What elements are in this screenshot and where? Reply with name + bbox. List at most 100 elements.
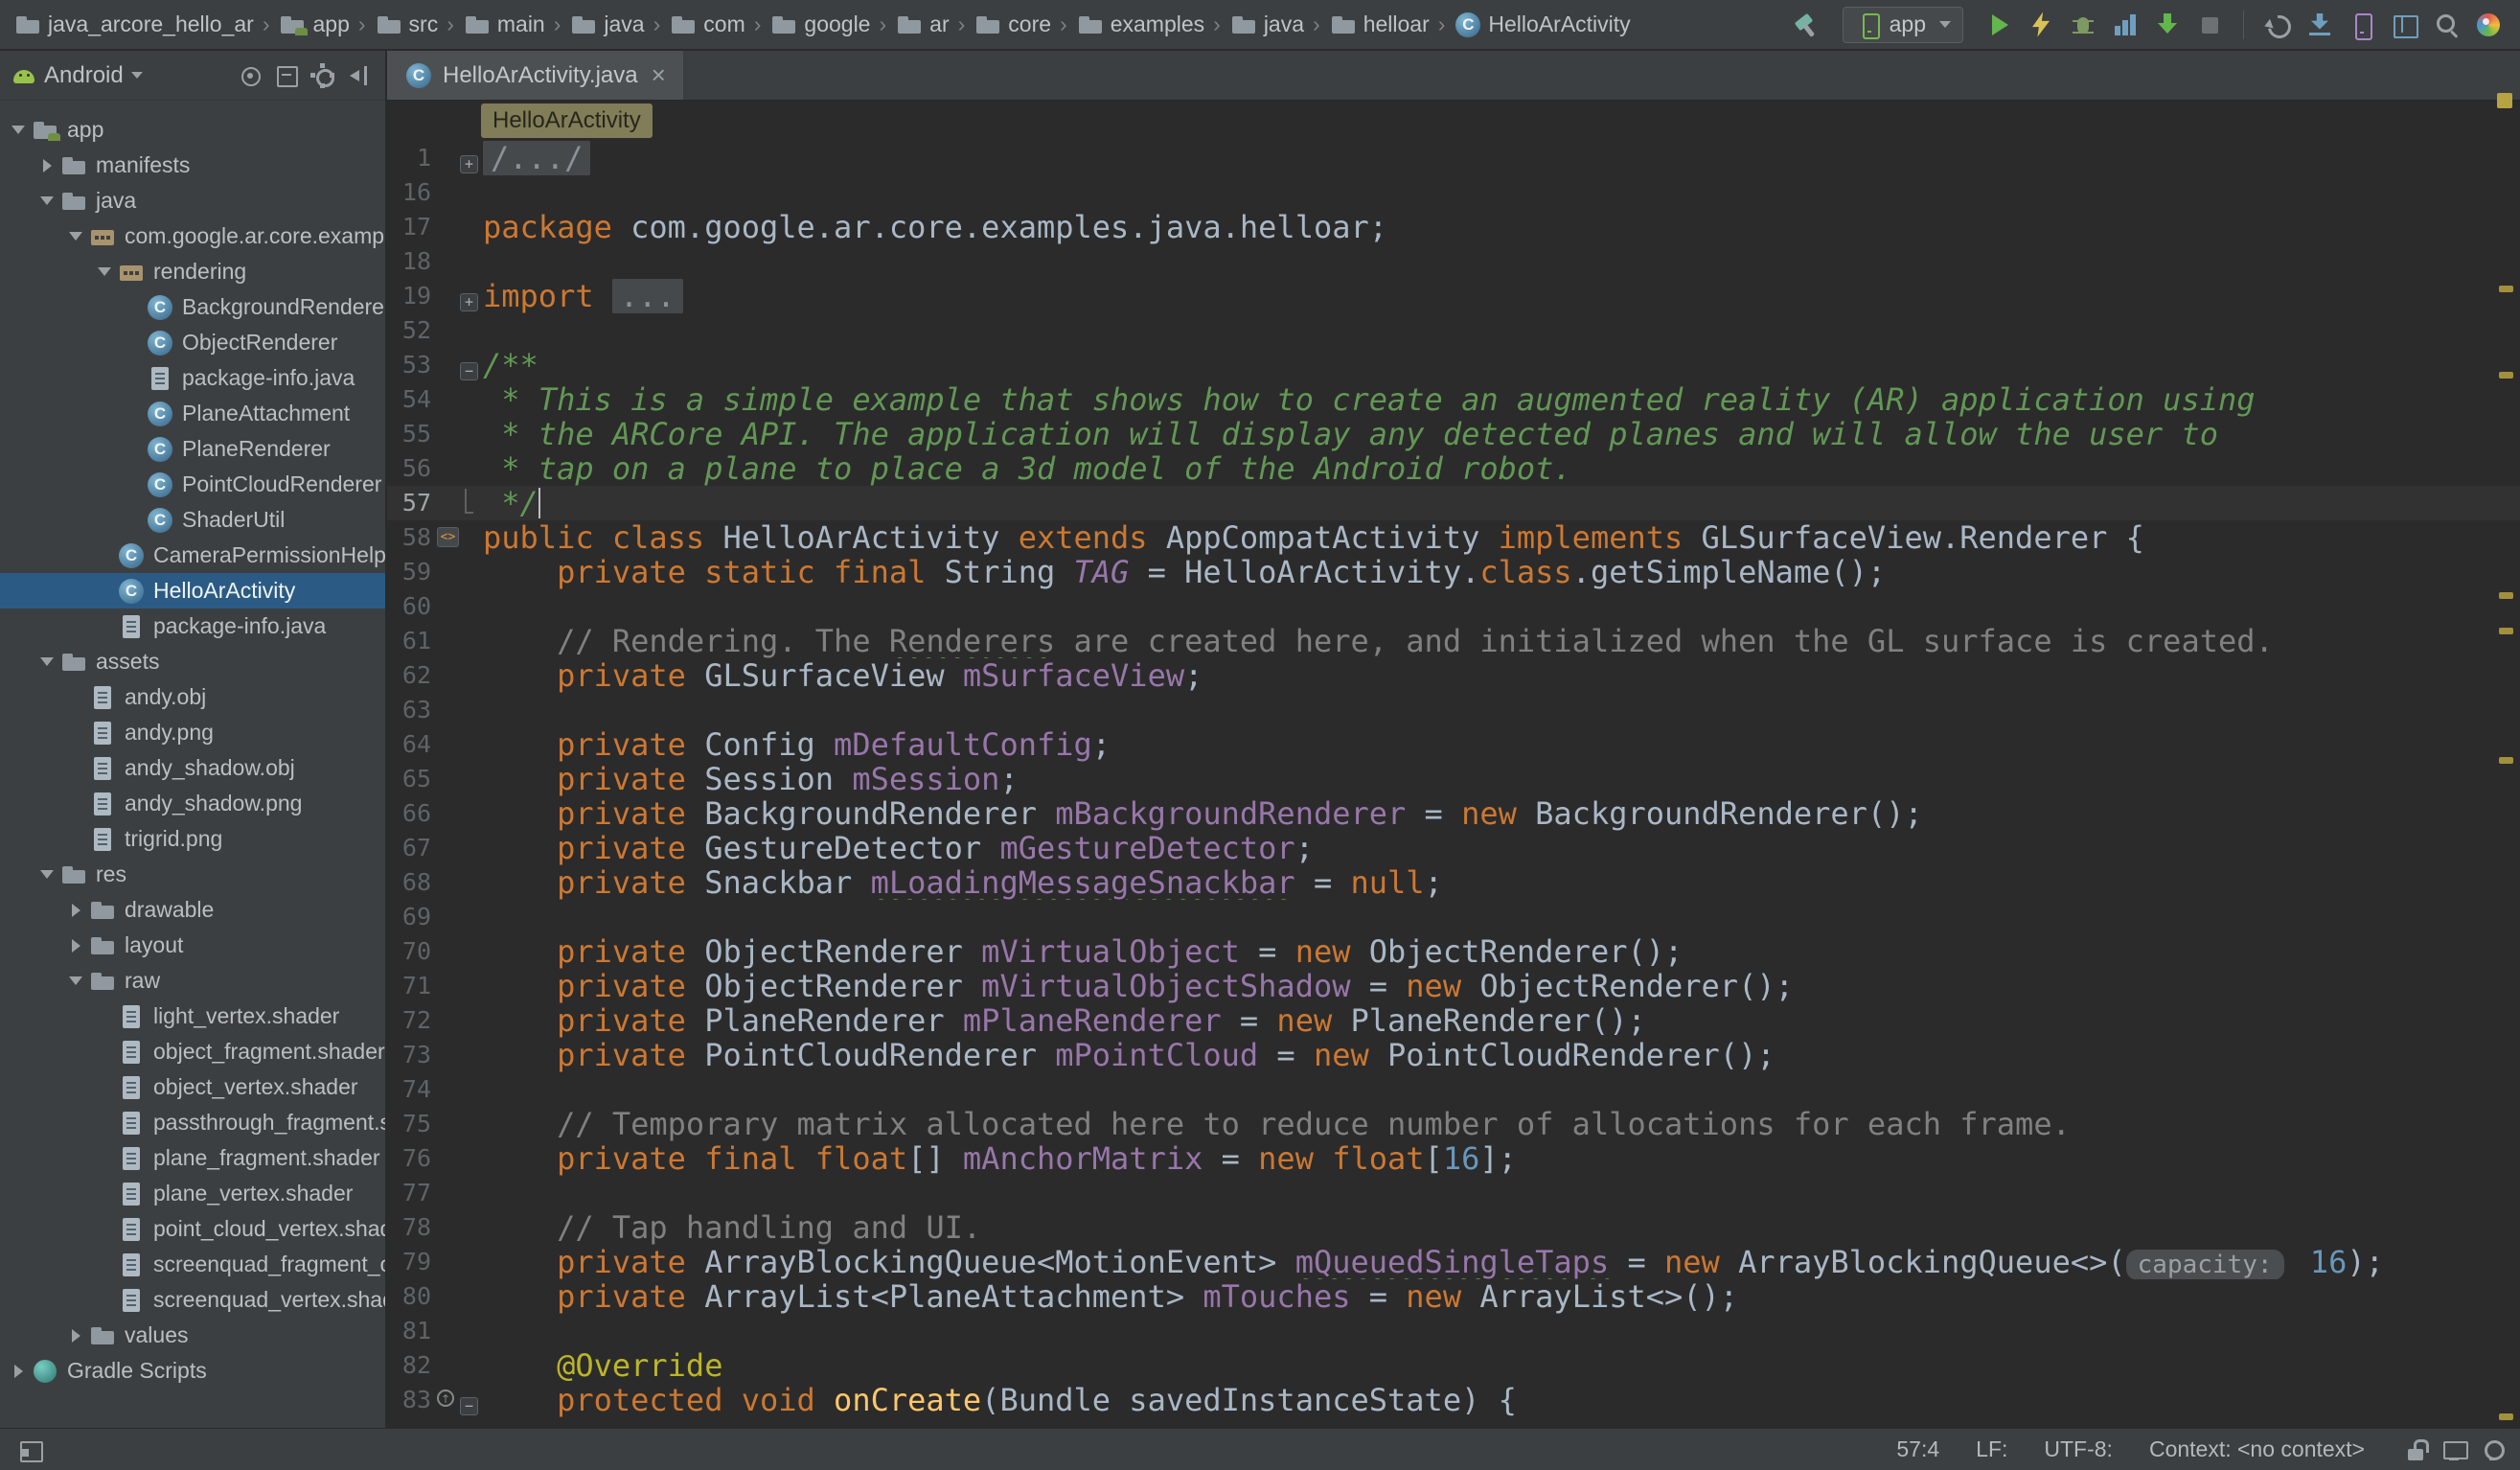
fold-plus-icon[interactable]: + <box>460 141 475 175</box>
code-line-68[interactable]: 68 private Snackbar mLoadingMessageSnack… <box>387 865 2520 900</box>
line-number[interactable]: 77 <box>387 1176 437 1210</box>
breadcrumb-com[interactable]: com <box>667 9 746 41</box>
breadcrumb-core[interactable]: core <box>972 9 1053 41</box>
breadcrumb-helloar[interactable]: helloar <box>1327 9 1432 41</box>
line-number[interactable]: 18 <box>387 244 437 279</box>
code-line-57[interactable]: 57 */ <box>387 486 2520 520</box>
inspection-status-indicator[interactable] <box>2497 93 2512 108</box>
fold-minus-icon[interactable]: − <box>460 348 475 382</box>
project-view-selector[interactable]: Android <box>44 62 124 89</box>
tree-item-rendering[interactable]: rendering <box>0 254 385 289</box>
tree-collapsed-arrow-icon[interactable] <box>63 892 88 928</box>
code-line-77[interactable]: 77 <box>387 1176 2520 1210</box>
breadcrumb-java[interactable]: java <box>1227 9 1306 41</box>
code-line-53[interactable]: 53−/** <box>387 348 2520 382</box>
fold-minus-icon[interactable]: − <box>460 1383 475 1417</box>
line-number[interactable]: 62 <box>387 658 437 693</box>
code-line-63[interactable]: 63 <box>387 693 2520 727</box>
code-line-1[interactable]: 1+/.../ <box>387 141 2520 175</box>
install-run-button[interactable] <box>2151 9 2184 41</box>
tree-item-backgroundrenderer[interactable]: BackgroundRenderer <box>0 289 385 325</box>
code-line-17[interactable]: 17package com.google.ar.core.examples.ja… <box>387 210 2520 244</box>
tree-item-objectrenderer[interactable]: ObjectRenderer <box>0 325 385 360</box>
tree-expanded-arrow-icon[interactable] <box>34 644 59 679</box>
line-number[interactable]: 69 <box>387 900 437 934</box>
tree-item-light-vertex-shader[interactable]: light_vertex.shader <box>0 999 385 1034</box>
line-number[interactable]: 57 <box>387 486 437 520</box>
tree-item-andy-shadow-obj[interactable]: andy_shadow.obj <box>0 750 385 786</box>
line-number[interactable]: 68 <box>387 865 437 900</box>
warning-stripe-mark[interactable] <box>2499 628 2513 634</box>
line-number[interactable]: 73 <box>387 1038 437 1072</box>
tree-collapsed-arrow-icon[interactable] <box>34 148 59 183</box>
line-number[interactable]: 82 <box>387 1348 437 1383</box>
gradle-sync-button[interactable] <box>2261 9 2294 41</box>
run-config-selector[interactable]: app <box>1843 7 1963 43</box>
tree-expanded-arrow-icon[interactable] <box>34 183 59 218</box>
line-number[interactable]: 79 <box>387 1245 437 1279</box>
tool-window-toggle-button[interactable] <box>13 1434 46 1466</box>
code-line-16[interactable]: 16 <box>387 175 2520 210</box>
readonly-lock-icon[interactable] <box>2401 1436 2430 1464</box>
tree-item-object-fragment-shader[interactable]: object_fragment.shader <box>0 1034 385 1069</box>
tree-item-values[interactable]: values <box>0 1318 385 1353</box>
tree-item-pointcloudrenderer[interactable]: PointCloudRenderer <box>0 467 385 502</box>
warning-stripe-mark[interactable] <box>2499 1413 2513 1420</box>
line-number[interactable]: 55 <box>387 417 437 451</box>
line-number[interactable]: 64 <box>387 727 437 762</box>
tree-expanded-arrow-icon[interactable] <box>34 857 59 892</box>
code-line-60[interactable]: 60 <box>387 589 2520 624</box>
tree-expanded-arrow-icon[interactable] <box>63 963 88 999</box>
line-number[interactable]: 61 <box>387 624 437 658</box>
tree-item-andy-obj[interactable]: andy.obj <box>0 679 385 715</box>
line-number[interactable]: 60 <box>387 589 437 624</box>
code-line-73[interactable]: 73 private PointCloudRenderer mPointClou… <box>387 1038 2520 1072</box>
tree-item-trigrid-png[interactable]: trigrid.png <box>0 821 385 857</box>
line-number[interactable]: 78 <box>387 1210 437 1245</box>
tree-collapsed-arrow-icon[interactable] <box>6 1353 31 1389</box>
code-line-71[interactable]: 71 private ObjectRenderer mVirtualObject… <box>387 969 2520 1003</box>
line-number[interactable]: 75 <box>387 1107 437 1141</box>
tree-item-camerapermissionhelper[interactable]: CameraPermissionHelper <box>0 538 385 573</box>
line-separator-widget[interactable]: LF: <box>1976 1436 2007 1462</box>
code-line-80[interactable]: 80 private ArrayList<PlaneAttachment> mT… <box>387 1279 2520 1314</box>
tree-item-gradle-scripts[interactable]: Gradle Scripts <box>0 1353 385 1389</box>
code-line-58[interactable]: 58<>public class HelloArActivity extends… <box>387 520 2520 555</box>
search-everywhere-button[interactable] <box>2430 9 2463 41</box>
line-number[interactable]: 19 <box>387 279 437 313</box>
tree-item-res[interactable]: res <box>0 857 385 892</box>
line-number[interactable]: 83 <box>387 1383 437 1417</box>
breadcrumb-main[interactable]: main <box>461 9 547 41</box>
code-line-66[interactable]: 66 private BackgroundRenderer mBackgroun… <box>387 796 2520 831</box>
line-number[interactable]: 59 <box>387 555 437 589</box>
tree-collapsed-arrow-icon[interactable] <box>63 928 88 963</box>
tree-item-layout[interactable]: layout <box>0 928 385 963</box>
line-number[interactable]: 76 <box>387 1141 437 1176</box>
apply-changes-button[interactable] <box>2025 9 2057 41</box>
code-line-67[interactable]: 67 private GestureDetector mGestureDetec… <box>387 831 2520 865</box>
tree-item-point-cloud-vertex-shader[interactable]: point_cloud_vertex.shader <box>0 1211 385 1247</box>
code-line-52[interactable]: 52 <box>387 313 2520 348</box>
tree-item-object-vertex-shader[interactable]: object_vertex.shader <box>0 1069 385 1105</box>
debug-bug-button[interactable] <box>2067 9 2099 41</box>
tree-item-planerenderer[interactable]: PlaneRenderer <box>0 431 385 467</box>
code-line-70[interactable]: 70 private ObjectRenderer mVirtualObject… <box>387 934 2520 969</box>
code-line-78[interactable]: 78 // Tap handling and UI. <box>387 1210 2520 1245</box>
breadcrumb-examples[interactable]: examples <box>1074 9 1206 41</box>
code-line-69[interactable]: 69 <box>387 900 2520 934</box>
run-play-button[interactable] <box>1982 9 2015 41</box>
override-icon[interactable] <box>437 1383 460 1417</box>
code-line-74[interactable]: 74 <box>387 1072 2520 1107</box>
tree-item-manifests[interactable]: manifests <box>0 148 385 183</box>
tree-item-screenquad-vertex-shader[interactable]: screenquad_vertex.shader <box>0 1282 385 1318</box>
tab-close-icon[interactable]: × <box>652 60 666 90</box>
code-line-83[interactable]: 83− protected void onCreate(Bundle saved… <box>387 1383 2520 1417</box>
code-line-56[interactable]: 56 * tap on a plane to place a 3d model … <box>387 451 2520 486</box>
tree-item-shaderutil[interactable]: ShaderUtil <box>0 502 385 538</box>
warning-stripe-mark[interactable] <box>2499 372 2513 379</box>
code-area[interactable]: 1+/.../1617package com.google.ar.core.ex… <box>387 141 2520 1428</box>
line-number[interactable]: 16 <box>387 175 437 210</box>
line-number[interactable]: 81 <box>387 1314 437 1348</box>
code-line-81[interactable]: 81 <box>387 1314 2520 1348</box>
code-line-72[interactable]: 72 private PlaneRenderer mPlaneRenderer … <box>387 1003 2520 1038</box>
